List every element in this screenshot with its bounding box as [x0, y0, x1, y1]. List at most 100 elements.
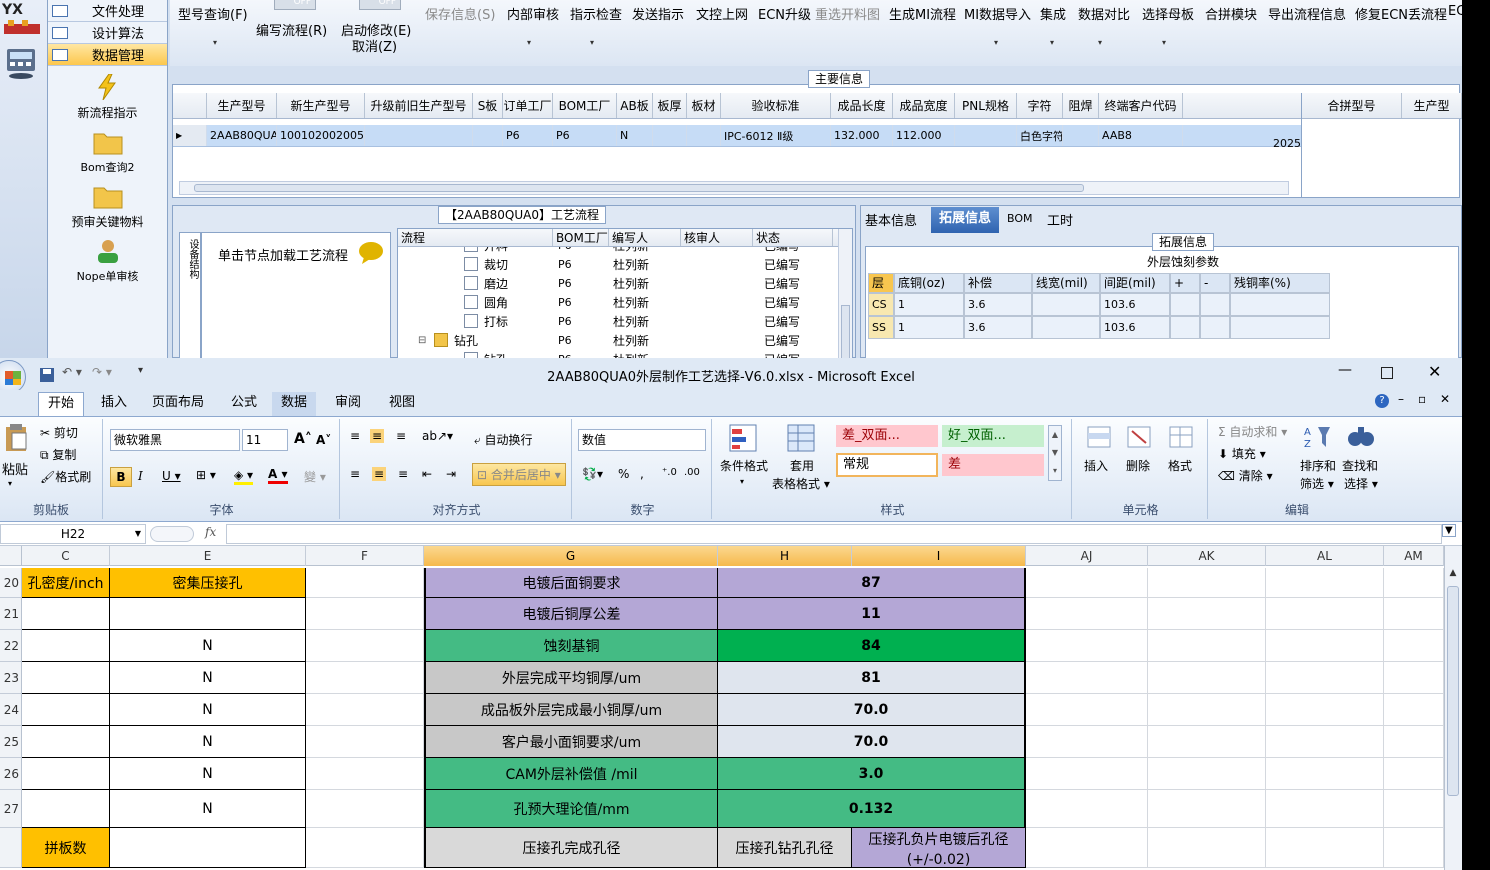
tab-work-hours[interactable]: 工时 [1047, 210, 1073, 229]
key-material-button[interactable]: 预审关键物料 [48, 183, 167, 230]
grow-font-icon[interactable]: A˄ [294, 431, 312, 447]
copy-button[interactable]: ⧉ 复制 [40, 446, 76, 463]
c-cell[interactable] [22, 662, 110, 694]
c-cell[interactable] [22, 758, 110, 790]
ribbon-tab-5[interactable]: 审阅 [326, 392, 370, 416]
empty-cell[interactable] [1026, 694, 1148, 726]
row-header[interactable]: 20 [0, 568, 22, 598]
main-cell[interactable]: P6 [553, 125, 617, 146]
toolbar-item-14[interactable]: 选择母板 [1142, 4, 1194, 23]
empty-cell[interactable] [1026, 828, 1148, 868]
c-header-cell[interactable]: 孔密度/inch [22, 568, 110, 598]
etch-cell[interactable] [1230, 293, 1330, 316]
empty-cell[interactable] [1026, 790, 1148, 828]
e-cell[interactable]: N [110, 726, 306, 758]
main-cell[interactable]: 白色字符 [1017, 125, 1063, 146]
cancel-button[interactable]: 取消(Z) [352, 36, 397, 55]
toolbar-item-7[interactable]: 文控上网 [696, 4, 748, 23]
f-cell[interactable] [306, 598, 424, 630]
empty-cell[interactable] [1026, 598, 1148, 630]
format-table-label2[interactable]: 表格格式 ▾ [772, 475, 830, 492]
styles-scroll[interactable]: ▲ ▼ ▾ [1048, 425, 1062, 481]
g-cell[interactable]: CAM外层补偿值 /mil [424, 758, 718, 790]
fill-color-icon[interactable]: ◈ ▾ [234, 468, 254, 485]
main-cell[interactable] [473, 125, 503, 146]
paste-dropdown-icon[interactable]: ▾ [8, 479, 12, 488]
etch-row[interactable]: SS 1 3.6 103.6 [868, 316, 1330, 339]
etch-cell[interactable]: 103.6 [1100, 316, 1170, 339]
empty-cell[interactable] [1384, 568, 1444, 598]
e-cell[interactable]: N [110, 630, 306, 662]
g-cell[interactable]: 孔预大理论值/mm [424, 790, 718, 828]
empty-cell[interactable] [1148, 726, 1266, 758]
empty-cell[interactable] [1148, 694, 1266, 726]
ribbon-tab-1[interactable]: 插入 [92, 392, 136, 416]
f-cell[interactable] [306, 790, 424, 828]
insert-cells-button[interactable]: 插入 [1084, 457, 1108, 474]
format-cells-icon[interactable] [1166, 423, 1194, 451]
expand-formula-icon[interactable]: ▼ [1442, 524, 1456, 537]
main-cell[interactable]: 10010200200510 [277, 125, 365, 146]
tree-row[interactable]: 钻孔P6杜列新已编写 [398, 350, 838, 358]
close-icon[interactable]: ✕ [1428, 362, 1441, 381]
empty-cell[interactable] [1148, 568, 1266, 598]
conditional-format-button[interactable]: 条件格式 [720, 457, 768, 474]
c-cell[interactable] [22, 630, 110, 662]
toolbar-item-10[interactable]: 生成MI流程 [889, 4, 956, 23]
empty-cell[interactable] [1266, 790, 1384, 828]
find-select-label1[interactable]: 查找和 [1342, 457, 1378, 474]
empty-cell[interactable] [1148, 662, 1266, 694]
etch-cell[interactable]: 1 [894, 293, 964, 316]
tree-row[interactable]: 裁切 P6 杜列新 已编写 [398, 255, 838, 274]
name-box[interactable]: H22 ▼ [0, 524, 146, 544]
sort-filter-icon[interactable]: AZ [1302, 423, 1332, 451]
h-cell[interactable]: 压接孔钻孔孔径 [718, 828, 852, 868]
row-header[interactable]: 26 [0, 758, 22, 790]
e-cell[interactable] [110, 828, 306, 868]
h-i-merged-cell[interactable]: 0.132 [718, 790, 1026, 828]
f-cell[interactable] [306, 662, 424, 694]
align-middle-icon[interactable]: ≡ [370, 429, 385, 443]
toolbar-item-9[interactable]: 重选开料图 [815, 4, 880, 23]
find-select-icon[interactable] [1346, 423, 1376, 451]
etch-cell[interactable] [1170, 293, 1200, 316]
f-cell[interactable] [306, 568, 424, 598]
dropdown-caret-icon[interactable]: ▾ [1098, 38, 1102, 47]
vertical-scrollbar[interactable]: ▲ [1444, 546, 1462, 870]
i-cell[interactable]: 压接孔负片电镀后孔径(+/-0.02) [852, 828, 1026, 868]
italic-icon[interactable]: I [138, 469, 143, 483]
etch-cell[interactable] [1170, 316, 1200, 339]
etch-row[interactable]: CS 1 3.6 103.6 [868, 293, 1330, 316]
align-left-icon[interactable]: ≡ [350, 467, 360, 481]
insert-cells-icon[interactable] [1084, 423, 1112, 451]
toolbar-item-11[interactable]: MI数据导入 [964, 4, 1031, 23]
empty-cell[interactable] [1026, 726, 1148, 758]
empty-cell[interactable] [1266, 828, 1384, 868]
find-select-label2[interactable]: 选择 ▾ [1344, 475, 1378, 492]
empty-cell[interactable] [1148, 598, 1266, 630]
f-cell[interactable] [306, 828, 424, 868]
style-bad[interactable]: 差 [942, 454, 1044, 476]
f-cell[interactable] [306, 630, 424, 662]
etch-cell[interactable]: 3.6 [964, 293, 1032, 316]
scroll-up-icon[interactable]: ▲ [1446, 568, 1460, 582]
menu-algorithm[interactable]: 设计算法 [48, 22, 167, 44]
main-cell[interactable]: IPC-6012 Ⅱ级 [721, 125, 831, 146]
empty-cell[interactable] [1384, 598, 1444, 630]
etch-cell[interactable] [1200, 316, 1230, 339]
main-cell[interactable]: P6 [503, 125, 553, 146]
empty-cell[interactable] [1266, 568, 1384, 598]
col-header-AL[interactable]: AL [1266, 546, 1384, 566]
toolbar-item-4[interactable]: 内部审核 [507, 4, 559, 23]
currency-icon[interactable]: 💱▾ [582, 467, 603, 481]
tree-row[interactable]: 开料 P6 杜列新 已编写 [398, 247, 838, 255]
toolbar-item-1[interactable]: 编写流程(R) [256, 20, 327, 39]
g-cell[interactable]: 蚀刻基铜 [424, 630, 718, 662]
h-i-merged-cell[interactable]: 87 [718, 568, 1026, 598]
phonetic-icon[interactable]: 變 ▾ [304, 468, 326, 485]
dropdown-caret-icon[interactable]: ▾ [590, 38, 594, 47]
merge-center-button[interactable]: ⊡ 合并后居中 ▾ [472, 463, 566, 486]
h-i-merged-cell[interactable]: 84 [718, 630, 1026, 662]
main-cell[interactable]: N [617, 125, 653, 146]
col-header-AK[interactable]: AK [1148, 546, 1266, 566]
